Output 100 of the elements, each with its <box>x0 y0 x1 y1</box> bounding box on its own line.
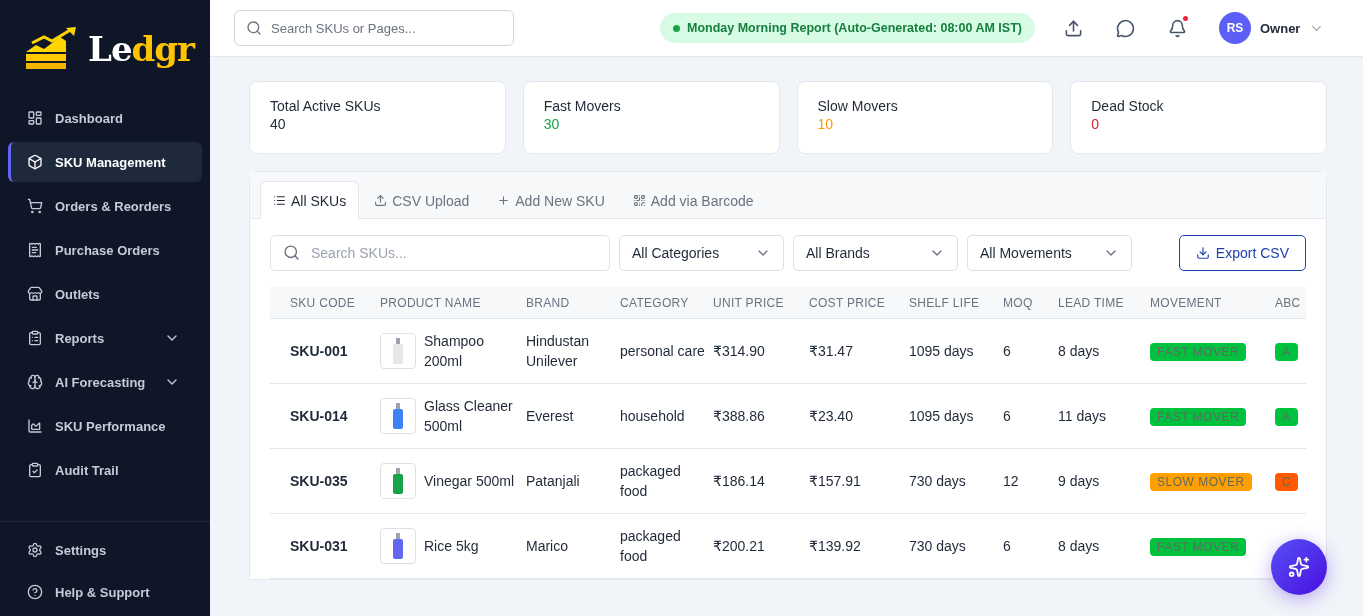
product-name: Glass Cleaner 500ml <box>424 397 514 436</box>
abc-class-badge: A <box>1275 342 1298 361</box>
column-header: LEAD TIME <box>1058 295 1125 310</box>
sidebar-item[interactable]: Audit Trail <box>8 450 202 490</box>
movement-badge: FAST MOVER <box>1150 407 1247 426</box>
column-header: MOQ <box>1003 295 1034 310</box>
user-menu[interactable]: RS Owner <box>1218 12 1325 44</box>
table-cell-text: ₹139.92 <box>809 537 862 556</box>
product-name: Vinegar 500ml <box>424 472 516 491</box>
sku-code: SKU-014 <box>290 407 349 426</box>
abc-class-badge: A <box>1275 407 1298 426</box>
nav-icon <box>27 286 43 302</box>
column-header: CATEGORY <box>620 295 690 310</box>
table-cell-text: ₹157.91 <box>809 472 862 491</box>
sidebar-item[interactable]: Dashboard <box>8 98 202 138</box>
nav-icon <box>27 110 43 126</box>
brand-logo: Ledgr <box>88 29 194 69</box>
bottle-icon <box>393 338 403 364</box>
download-icon <box>1195 246 1210 260</box>
movement-badge: FAST MOVER <box>1150 537 1247 556</box>
sidebar-item[interactable]: Reports <box>8 318 202 358</box>
filter-dropdown[interactable]: All Movements <box>967 235 1132 271</box>
table-cell-text: 6 <box>1003 407 1012 426</box>
table-cell-text: 1095 days <box>909 342 975 361</box>
tab[interactable]: CSV Upload <box>361 181 483 219</box>
stat-value: 10 <box>817 116 835 132</box>
column-header: ABC <box>1275 295 1302 310</box>
stat-value: 30 <box>543 116 561 132</box>
table-cell-text: household <box>620 407 686 426</box>
bottle-icon <box>393 533 403 559</box>
movement-badge: FAST MOVER <box>1150 342 1247 361</box>
stat-label: Slow Movers <box>817 98 899 114</box>
user-avatar: RS <box>1218 12 1251 44</box>
sidebar-item[interactable]: SKU Management <box>8 142 202 182</box>
sidebar-item[interactable]: Settings <box>8 530 202 570</box>
filter-dropdown[interactable]: All Brands <box>793 235 958 271</box>
report-status-pill: Monday Morning Report (Auto-Generated: 08:00 AM IST) <box>660 13 1035 43</box>
export-csv-button[interactable]: Export CSV <box>1178 235 1306 271</box>
column-header: BRAND <box>526 295 571 310</box>
tab-icon <box>497 194 511 207</box>
table-cell-text: 6 <box>1003 342 1012 361</box>
stat-value: 40 <box>270 116 287 132</box>
column-header: SHELF LIFE <box>909 295 981 310</box>
sku-code: SKU-001 <box>290 342 349 361</box>
stat-value: 0 <box>1091 116 1101 132</box>
search-field[interactable]: Search SKUs... <box>270 235 610 271</box>
sidebar-item[interactable]: Help & Support <box>8 572 202 612</box>
chat-bubble-icon <box>1116 18 1136 38</box>
sidebar-item[interactable]: Orders & Reorders <box>8 186 202 226</box>
table-cell-text: 1095 days <box>909 407 975 426</box>
status-dot-icon <box>673 24 680 32</box>
table-cell-text: 9 days <box>1058 472 1101 491</box>
nav-icon <box>27 330 43 346</box>
table-cell-text: personal care <box>620 342 706 361</box>
column-header: MOVEMENT <box>1150 295 1223 310</box>
product-name: Shampoo 200ml <box>424 332 485 371</box>
sidebar-item[interactable]: SKU Performance <box>8 406 202 446</box>
bottle-icon <box>393 403 403 429</box>
sidebar-item[interactable]: AI Forecasting <box>8 362 202 402</box>
table-cell-text: 11 days <box>1058 407 1107 426</box>
tab[interactable]: Add via Barcode <box>619 181 767 219</box>
column-header: UNIT PRICE <box>713 295 785 310</box>
tab-icon <box>374 194 388 207</box>
table-cell-text: 12 <box>1003 472 1020 491</box>
column-header: COST PRICE <box>809 295 887 310</box>
nav-icon <box>27 462 43 478</box>
table-cell-text: ₹31.47 <box>809 342 854 361</box>
tab[interactable]: All SKUs <box>260 181 360 219</box>
table-cell-text: packaged food <box>620 527 682 566</box>
search-field[interactable]: Search SKUs or Pages... <box>234 10 514 46</box>
table-cell-text: 8 days <box>1058 342 1101 361</box>
filter-dropdown[interactable]: All Categories <box>619 235 784 271</box>
settings-icon <box>27 542 43 558</box>
nav-icon <box>27 374 43 390</box>
table-cell-text: Marico <box>526 537 569 556</box>
sku-code: SKU-031 <box>290 537 349 556</box>
movement-badge: SLOW MOVER <box>1150 472 1252 491</box>
table-cell-text: ₹200.21 <box>713 537 766 556</box>
nav-icon <box>27 198 43 214</box>
help-icon <box>27 584 43 600</box>
sidebar-item[interactable]: Outlets <box>8 274 202 314</box>
table-cell-text: packaged food <box>620 462 682 501</box>
table-cell-text: Hindustan Unilever <box>526 332 591 371</box>
table-cell-text: ₹314.90 <box>713 342 766 361</box>
nav-icon <box>27 242 43 258</box>
upload-icon <box>1064 18 1084 38</box>
tab-icon <box>273 194 286 207</box>
table-cell-text: Patanjali <box>526 472 581 491</box>
table-cell-text: ₹23.40 <box>809 407 854 426</box>
product-name: Rice 5kg <box>424 537 480 556</box>
table-cell-text: ₹186.14 <box>713 472 766 491</box>
nav-icon <box>27 154 43 170</box>
sidebar-item[interactable]: Purchase Orders <box>8 230 202 270</box>
tab-icon <box>632 194 646 207</box>
tab[interactable]: Add New SKU <box>484 181 618 219</box>
stat-label: Dead Stock <box>1091 98 1165 114</box>
table-cell-text: ₹388.86 <box>713 407 766 426</box>
user-name: Owner <box>1259 20 1301 36</box>
table-cell-text: 730 days <box>909 537 967 556</box>
table-cell-text: 730 days <box>909 472 967 491</box>
